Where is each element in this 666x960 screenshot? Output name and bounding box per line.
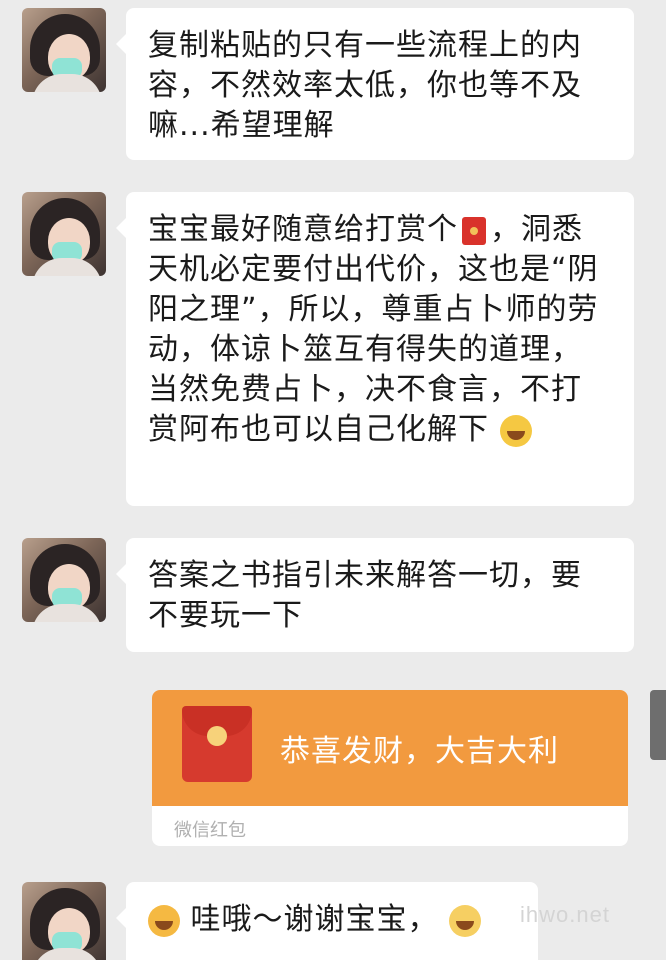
red-packet-card[interactable]: 恭喜发财，大吉大利 微信红包 xyxy=(152,690,628,846)
message-bubble[interactable]: 复制粘贴的只有一些流程上的内容，不然效率太低，你也等不及嘛...希望理解 xyxy=(116,8,634,160)
watermark: ihwo.net xyxy=(520,902,610,927)
heart-eyes-emoji-icon xyxy=(148,904,180,937)
red-packet-label: 微信红包 xyxy=(174,820,246,841)
avatar[interactable] xyxy=(22,882,106,960)
grin-emoji-icon xyxy=(499,414,532,447)
sender-avatar-edge xyxy=(650,690,666,760)
avatar[interactable] xyxy=(22,8,106,92)
message-text: ，洞悉天机必定要付出代价，这也是“阴阳之理”，所以，尊重占卜师的劳动，体谅卜筮互… xyxy=(148,212,599,447)
avatar[interactable] xyxy=(22,192,106,276)
message-text: 哇哦～谢谢宝宝， xyxy=(190,902,439,937)
red-packet-icon xyxy=(462,216,486,245)
message-text: 答案之书指引未来解答一切，要不要玩一下 xyxy=(148,558,582,633)
message-text: 宝宝最好随意给打赏个 xyxy=(148,212,458,247)
red-packet-icon xyxy=(182,706,252,782)
message-bubble[interactable]: 宝宝最好随意给打赏个 ，洞悉天机必定要付出代价，这也是“阴阳之理”，所以，尊重占卜… xyxy=(116,192,634,506)
message-bubble[interactable]: 答案之书指引未来解答一切，要不要玩一下 xyxy=(116,538,634,652)
red-packet-greeting: 恭喜发财，大吉大利 xyxy=(280,734,559,769)
avatar[interactable] xyxy=(22,538,106,622)
laugh-emoji-icon xyxy=(449,904,482,937)
message-text: 复制粘贴的只有一些流程上的内容，不然效率太低，你也等不及嘛...希望理解 xyxy=(148,28,582,143)
message-bubble[interactable]: 哇哦～谢谢宝宝， xyxy=(116,882,538,960)
